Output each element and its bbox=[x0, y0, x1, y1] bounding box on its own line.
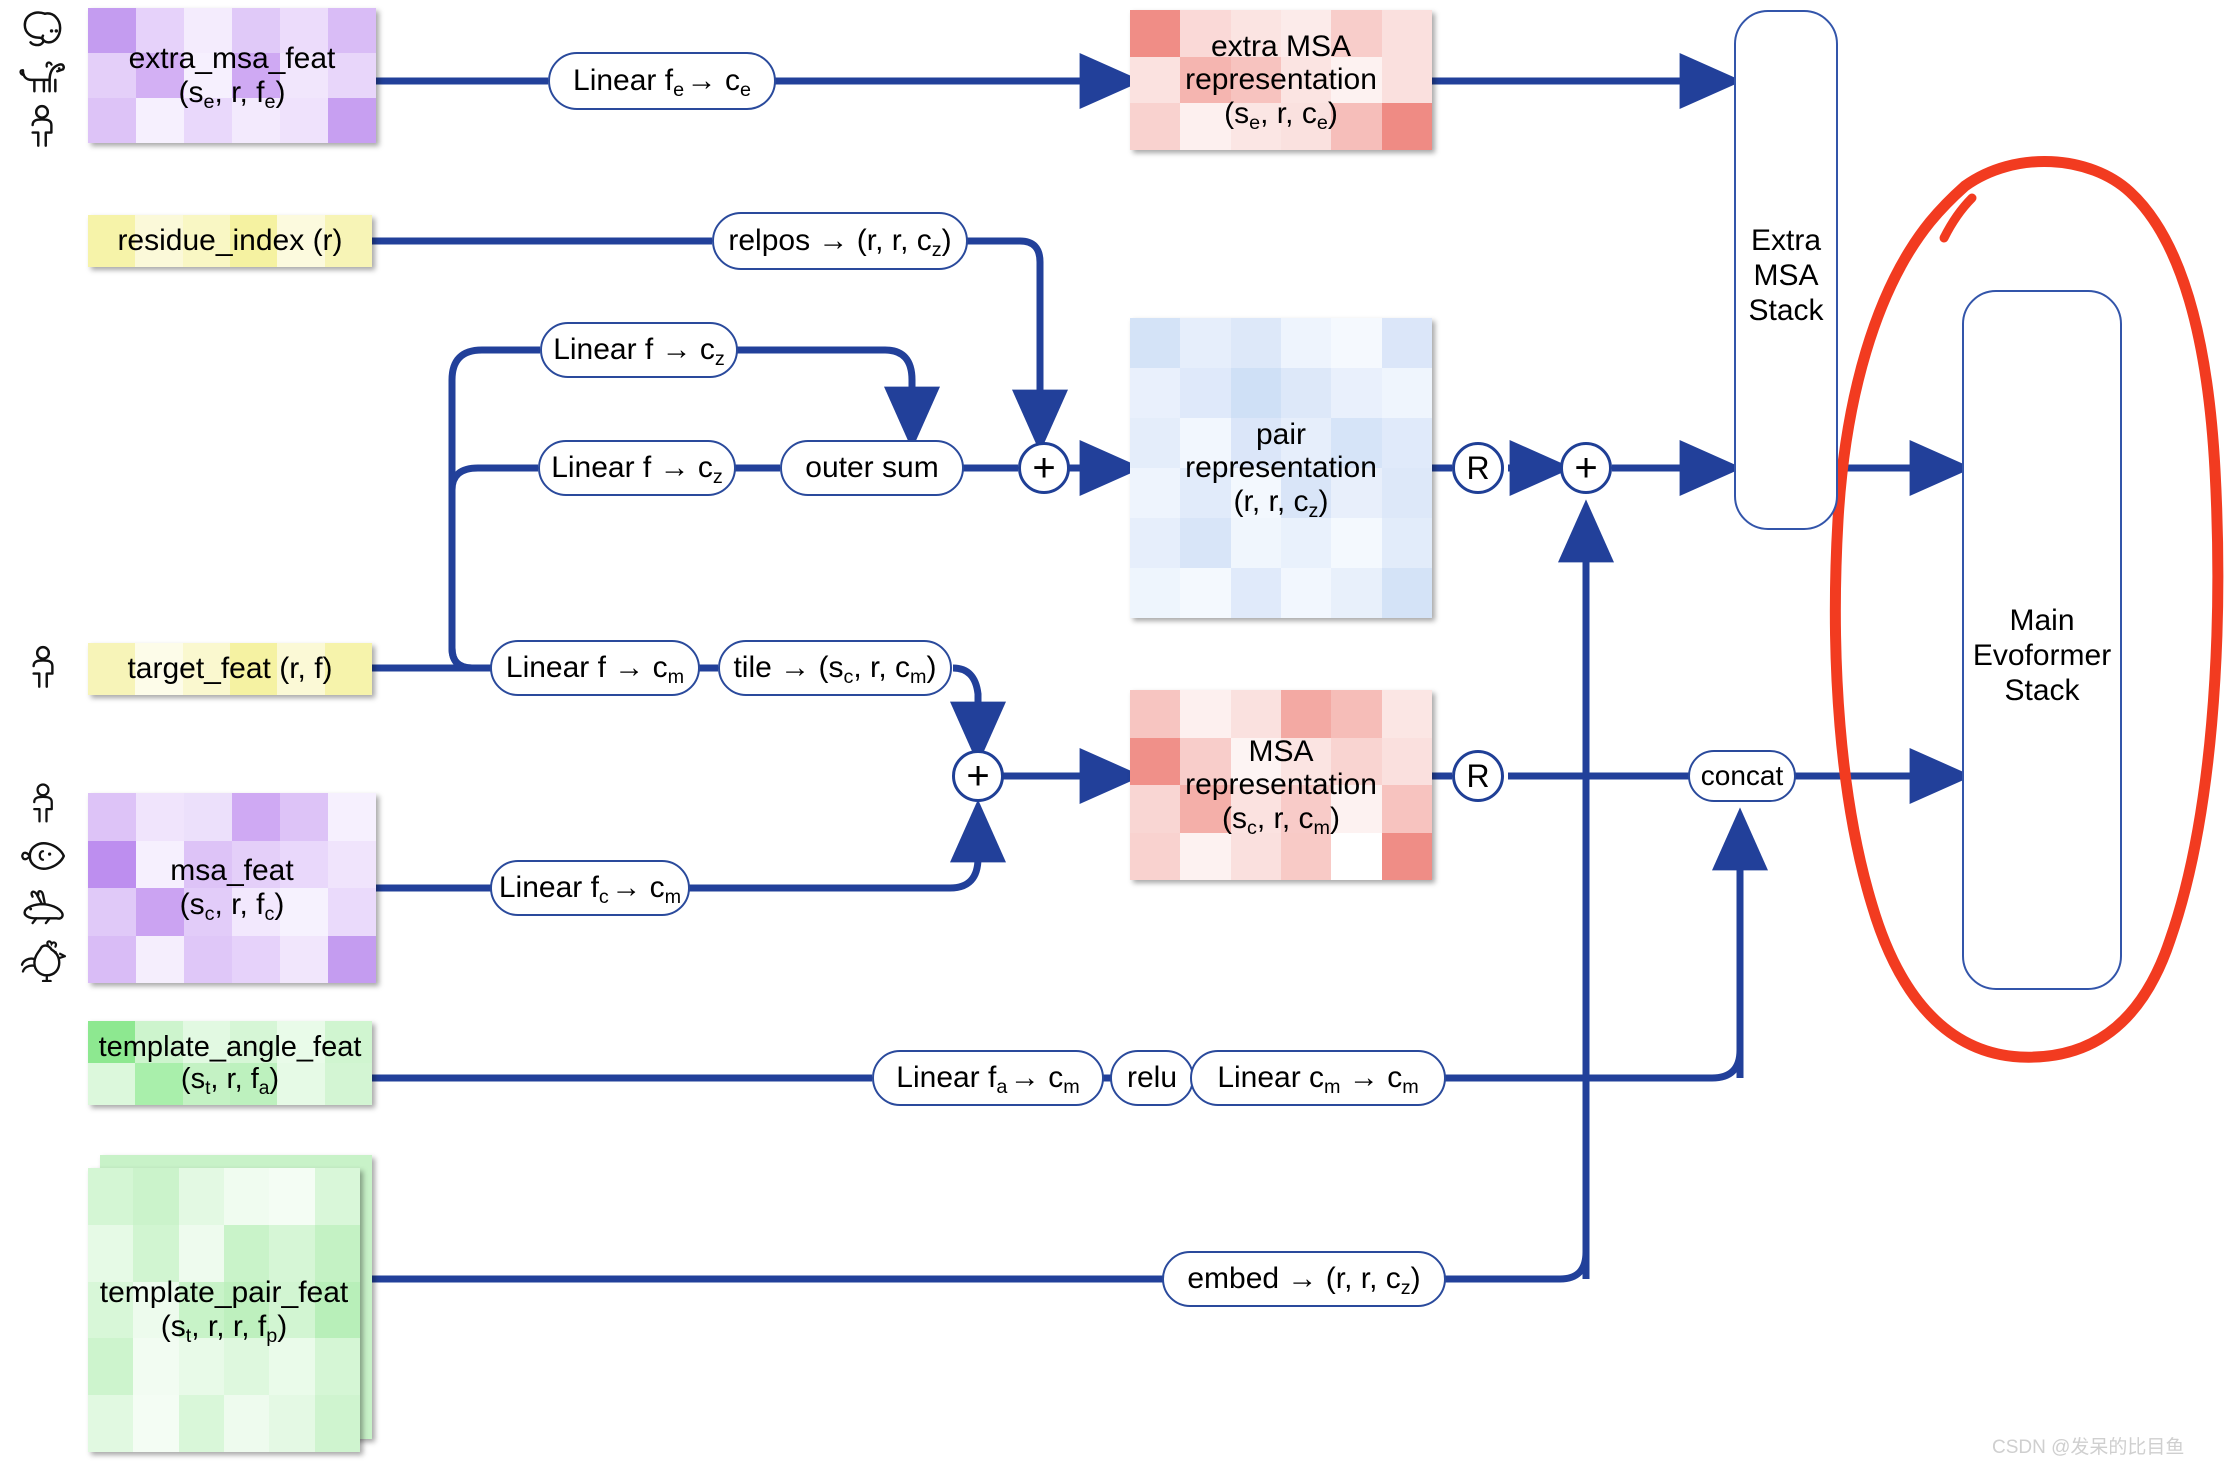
fish-icon bbox=[21, 842, 66, 871]
edge-linearcmcm-concat bbox=[1443, 1040, 1744, 1082]
op-linear-f-cm[interactable]: Linear f → cm bbox=[490, 640, 700, 696]
feature-label: template_angle_feat bbox=[98, 1030, 362, 1063]
stack-line: Stack bbox=[1748, 293, 1824, 327]
feature-residue-index[interactable]: residue_index (r) bbox=[88, 215, 372, 267]
representation-msa[interactable]: MSA representation (sc, r, cm) bbox=[1130, 690, 1432, 880]
stack-main-evoformer[interactable]: Main Evoformer Stack bbox=[1962, 290, 2122, 990]
stack-extra-msa[interactable]: Extra MSA Stack bbox=[1734, 10, 1838, 530]
op-recycle-pair[interactable]: R bbox=[1452, 442, 1504, 494]
feature-msa-feat[interactable]: msa_feat (sc, r, fc) bbox=[88, 793, 376, 983]
feature-template-angle-feat[interactable]: template_angle_feat (st, r, fa) bbox=[88, 1021, 372, 1105]
edge-relpos-plus bbox=[967, 237, 1068, 453]
feature-extra-msa-feat[interactable]: extra_msa_feat (se, r, fe) bbox=[88, 8, 376, 143]
representation-line1: MSA bbox=[1248, 734, 1314, 768]
human-icon bbox=[33, 783, 53, 823]
feature-label: template_pair_feat bbox=[99, 1276, 349, 1310]
op-linear-fe-ce[interactable]: Linear fe → ce bbox=[548, 52, 776, 110]
representation-line1: pair bbox=[1255, 417, 1306, 451]
op-linear-cm-cm[interactable]: Linear cm → cm bbox=[1190, 1050, 1446, 1106]
stack-line: MSA bbox=[1753, 258, 1819, 292]
op-linear-fa-cm[interactable]: Linear fa → cm bbox=[872, 1050, 1104, 1106]
human-icon bbox=[31, 104, 53, 147]
representation-line2: representation bbox=[1185, 768, 1377, 802]
feature-target-feat[interactable]: target_feat (r, f) bbox=[88, 643, 372, 695]
op-relpos[interactable]: relpos → (r, r, cz) bbox=[712, 212, 968, 270]
op-concat[interactable]: concat bbox=[1688, 750, 1796, 802]
edge-embed-up bbox=[1443, 1240, 1590, 1283]
op-plus-pair[interactable]: + bbox=[1018, 442, 1070, 494]
edge-linearfccm-plusmsa bbox=[688, 799, 1006, 892]
human-icon bbox=[32, 645, 54, 688]
extra-msa-feat-icons bbox=[14, 8, 70, 148]
representation-line2: representation bbox=[1185, 451, 1377, 485]
snake-icon bbox=[23, 11, 62, 47]
op-tile[interactable]: tile → (sc, r, cm) bbox=[718, 640, 952, 696]
target-feat-icons bbox=[28, 645, 58, 689]
representation-extra-msa[interactable]: extra MSA representation (se, r, ce) bbox=[1130, 10, 1432, 150]
representation-pair[interactable]: pair representation (r, r, cz) bbox=[1130, 318, 1432, 618]
representation-line1: extra MSA bbox=[1210, 29, 1352, 63]
dog-icon bbox=[19, 61, 65, 93]
chicken-icon bbox=[20, 940, 67, 982]
op-linear-f-cz-top[interactable]: Linear f → cz bbox=[540, 322, 738, 378]
op-linear-fc-cm[interactable]: Linear fc → cm bbox=[490, 860, 690, 916]
stack-line: Evoformer bbox=[1972, 638, 2112, 672]
stack-line: Main bbox=[2009, 604, 2075, 637]
edge-trunk-up-top bbox=[448, 346, 540, 672]
op-relu[interactable]: relu bbox=[1110, 1050, 1194, 1106]
feature-label: residue_index (r) bbox=[117, 224, 343, 258]
edge-trunk-up-mid bbox=[448, 464, 538, 672]
op-embed[interactable]: embed → (r, r, cz) bbox=[1162, 1251, 1446, 1307]
op-linear-f-cz-bottom[interactable]: Linear f → cz bbox=[538, 440, 736, 496]
stack-line: Extra bbox=[1750, 224, 1822, 257]
op-plus-msa[interactable]: + bbox=[952, 750, 1004, 802]
representation-line2: representation bbox=[1185, 63, 1377, 97]
feature-label: extra_msa_feat bbox=[128, 41, 336, 75]
feature-label: target_feat (r, f) bbox=[127, 652, 333, 686]
op-recycle-msa[interactable]: R bbox=[1452, 750, 1504, 802]
feature-template-pair-feat[interactable]: template_pair_feat (st, r, r, fp) bbox=[88, 1168, 360, 1452]
edge-tile-plusmsa bbox=[950, 664, 1006, 765]
diagram-canvas: extra_msa_feat (se, r, fe) residue_index… bbox=[0, 0, 2230, 1474]
watermark: CSDN @发呆的比目鱼 bbox=[1992, 1437, 2185, 1458]
feature-label: msa_feat bbox=[170, 854, 294, 888]
op-outer-sum[interactable]: outer sum bbox=[780, 440, 964, 496]
stack-line: Stack bbox=[2004, 673, 2080, 707]
msa-feat-icons bbox=[14, 782, 72, 982]
rabbit-icon bbox=[23, 889, 64, 924]
op-plus-recycle[interactable]: + bbox=[1560, 442, 1612, 494]
